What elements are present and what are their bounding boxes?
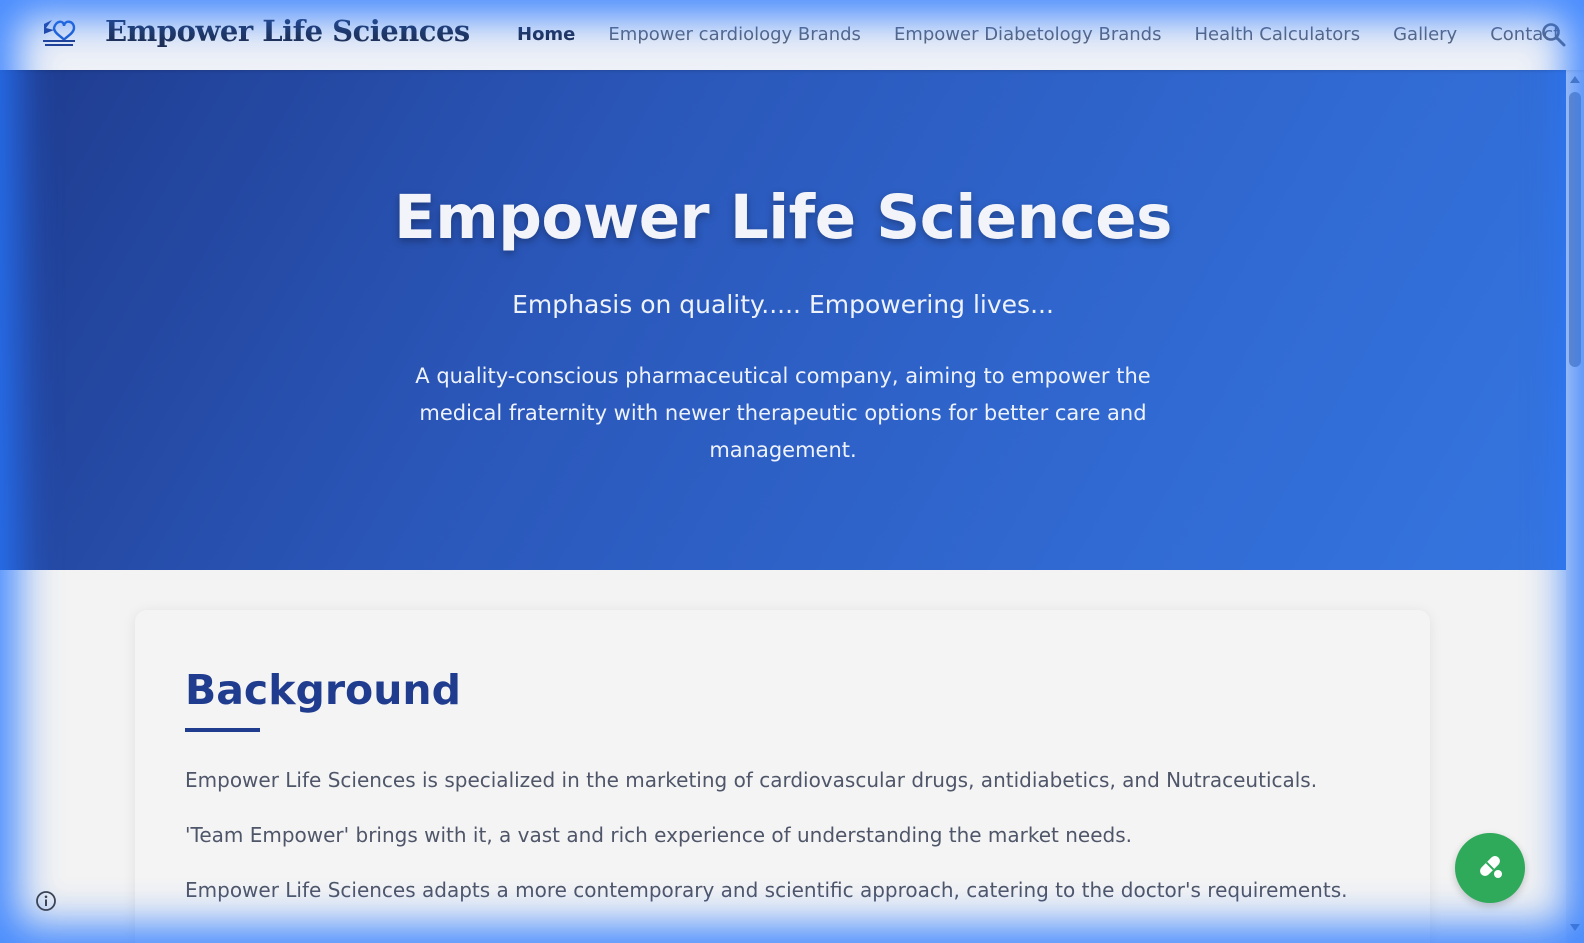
nav-health-calculators[interactable]: Health Calculators <box>1194 24 1360 45</box>
main-nav: Home Empower cardiology Brands Empower D… <box>517 24 1584 45</box>
scroll-up-arrow-icon[interactable] <box>1570 76 1580 83</box>
hero-title: Empower Life Sciences <box>394 182 1172 253</box>
pill-fab-button[interactable] <box>1455 833 1525 903</box>
hero-description: A quality-conscious pharmaceutical compa… <box>415 364 1151 462</box>
pill-icon <box>1475 851 1505 885</box>
site-title[interactable]: Empower Life Sciences <box>105 14 470 48</box>
nav-home[interactable]: Home <box>517 24 575 45</box>
section-title: Background <box>185 666 461 714</box>
section-underline <box>185 728 260 732</box>
empower-logo-icon[interactable] <box>40 18 78 50</box>
info-icon[interactable] <box>35 890 57 912</box>
search-icon[interactable] <box>1541 22 1567 48</box>
background-paragraph: Empower Life Sciences is specialized in … <box>185 768 1318 792</box>
nav-gallery[interactable]: Gallery <box>1393 24 1457 45</box>
scroll-thumb[interactable] <box>1569 92 1581 367</box>
page-scrollbar[interactable] <box>1566 70 1584 943</box>
hero-banner: Empower Life Sciences Emphasis on qualit… <box>0 70 1566 570</box>
background-card: Background Empower Life Sciences is spec… <box>135 610 1430 943</box>
background-paragraph: 'Team Empower' brings with it, a vast an… <box>185 823 1133 847</box>
nav-diabetology-brands[interactable]: Empower Diabetology Brands <box>894 24 1162 45</box>
scroll-down-arrow-icon[interactable] <box>1570 924 1580 931</box>
nav-cardiology-brands[interactable]: Empower cardiology Brands <box>608 24 861 45</box>
hero-tagline: Emphasis on quality..... Empowering live… <box>512 290 1054 319</box>
background-paragraph: Empower Life Sciences adapts a more cont… <box>185 878 1348 902</box>
site-header: Empower Life Sciences Home Empower cardi… <box>0 0 1584 70</box>
